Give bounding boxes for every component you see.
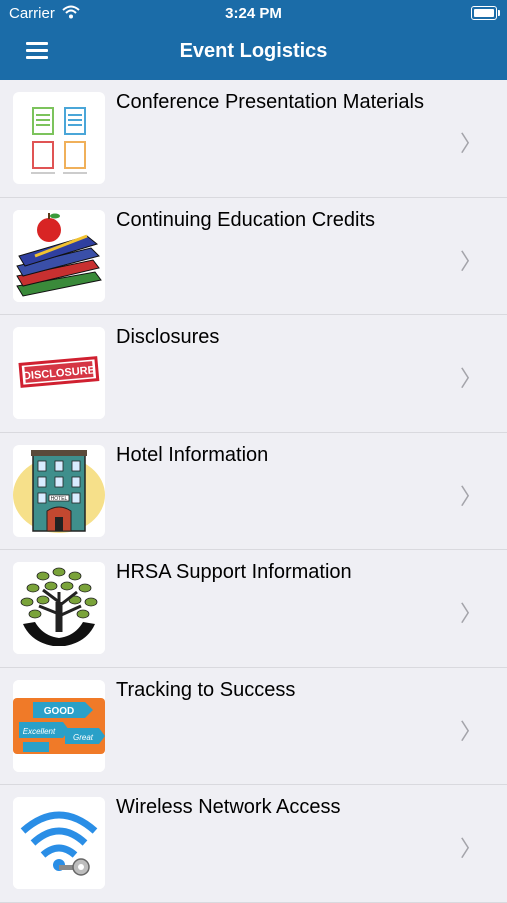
chevron-right-icon: 〉	[459, 366, 482, 391]
list-item[interactable]: Conference Presentation Materials 〉	[0, 80, 507, 198]
books-apple-icon	[13, 209, 105, 302]
item-label: Disclosures	[116, 326, 220, 348]
status-bar: Carrier 3:24 PM	[0, 0, 507, 28]
chevron-right-icon: 〉	[459, 248, 482, 274]
item-label: HRSA Support Information	[116, 561, 352, 583]
chevron-right-icon: 〉	[459, 483, 482, 509]
hotel-sign-text: HOTEL	[51, 496, 68, 502]
disclosure-stamp-icon: DISCLOSURE	[13, 327, 105, 419]
tree-hands-icon	[13, 562, 105, 654]
list-item[interactable]: Wireless Network Access 〉	[0, 785, 507, 903]
wifi-key-icon	[13, 797, 105, 889]
item-label: Hotel Information	[116, 443, 269, 466]
item-label: Continuing Education Credits	[116, 208, 376, 231]
sign-good: GOOD	[44, 706, 75, 717]
chevron-right-icon: 〉	[459, 836, 482, 861]
chevron-right-icon: 〉	[459, 131, 482, 156]
success-signs-icon: GOOD Excellent Great	[13, 679, 105, 772]
documents-icon	[13, 92, 105, 184]
nav-header: Carrier 3:24 PM Event Logistics	[0, 0, 507, 80]
item-label: Tracking to Success	[116, 678, 296, 701]
clock: 3:24 PM	[225, 5, 282, 22]
list-item[interactable]: DISCLOSURE Disclosures 〉	[0, 315, 507, 433]
hotel-building-icon: HOTEL	[13, 444, 105, 537]
item-label: Conference Presentation Materials	[116, 91, 424, 113]
list-item[interactable]: HOTEL Hotel Information 〉	[0, 432, 507, 550]
battery-icon	[471, 6, 500, 20]
list-item[interactable]: Continuing Education Credits 〉	[0, 197, 507, 315]
sign-great: Great	[73, 733, 94, 742]
sign-excellent: Excellent	[23, 727, 56, 736]
page-title: Event Logistics	[179, 40, 328, 62]
list-item[interactable]: GOOD Excellent Great Tracking to Success…	[0, 667, 507, 785]
item-label: Wireless Network Access	[116, 796, 341, 818]
list-item[interactable]: HRSA Support Information 〉	[0, 550, 507, 668]
chevron-right-icon: 〉	[459, 601, 482, 626]
logistics-list: Conference Presentation Materials 〉 Cont…	[0, 80, 507, 903]
chevron-right-icon: 〉	[459, 718, 482, 744]
